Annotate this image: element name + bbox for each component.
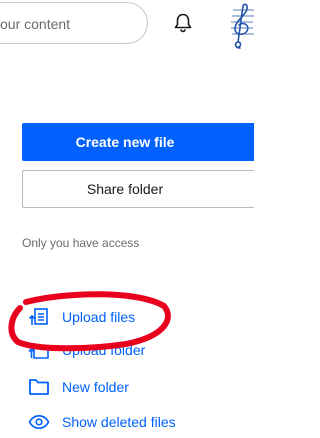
share-folder-button[interactable]: Share folder [22, 170, 254, 208]
bell-icon[interactable] [173, 12, 193, 34]
search-input[interactable]: your content [0, 2, 148, 44]
upload-files-label: Upload files [62, 309, 136, 325]
show-deleted-files-label: Show deleted files [62, 414, 176, 430]
upload-folder-icon [28, 340, 50, 360]
show-deleted-files-action[interactable]: Show deleted files [28, 412, 176, 432]
search-input-value: your content [0, 16, 71, 32]
page: your content Create new file Share folde… [0, 0, 254, 438]
new-folder-label: New folder [62, 379, 129, 395]
upload-files-action[interactable]: Upload files [28, 307, 135, 327]
upload-folder-label: Upload folder [62, 342, 146, 358]
create-new-file-button[interactable]: Create new file [22, 123, 254, 161]
eye-icon [28, 412, 50, 432]
access-status-text: Only you have access [22, 236, 140, 250]
upload-folder-action[interactable]: Upload folder [28, 340, 145, 360]
folder-icon [28, 377, 50, 397]
new-folder-action[interactable]: New folder [28, 377, 129, 397]
account-avatar[interactable] [224, 2, 254, 50]
upload-file-icon [28, 307, 50, 327]
